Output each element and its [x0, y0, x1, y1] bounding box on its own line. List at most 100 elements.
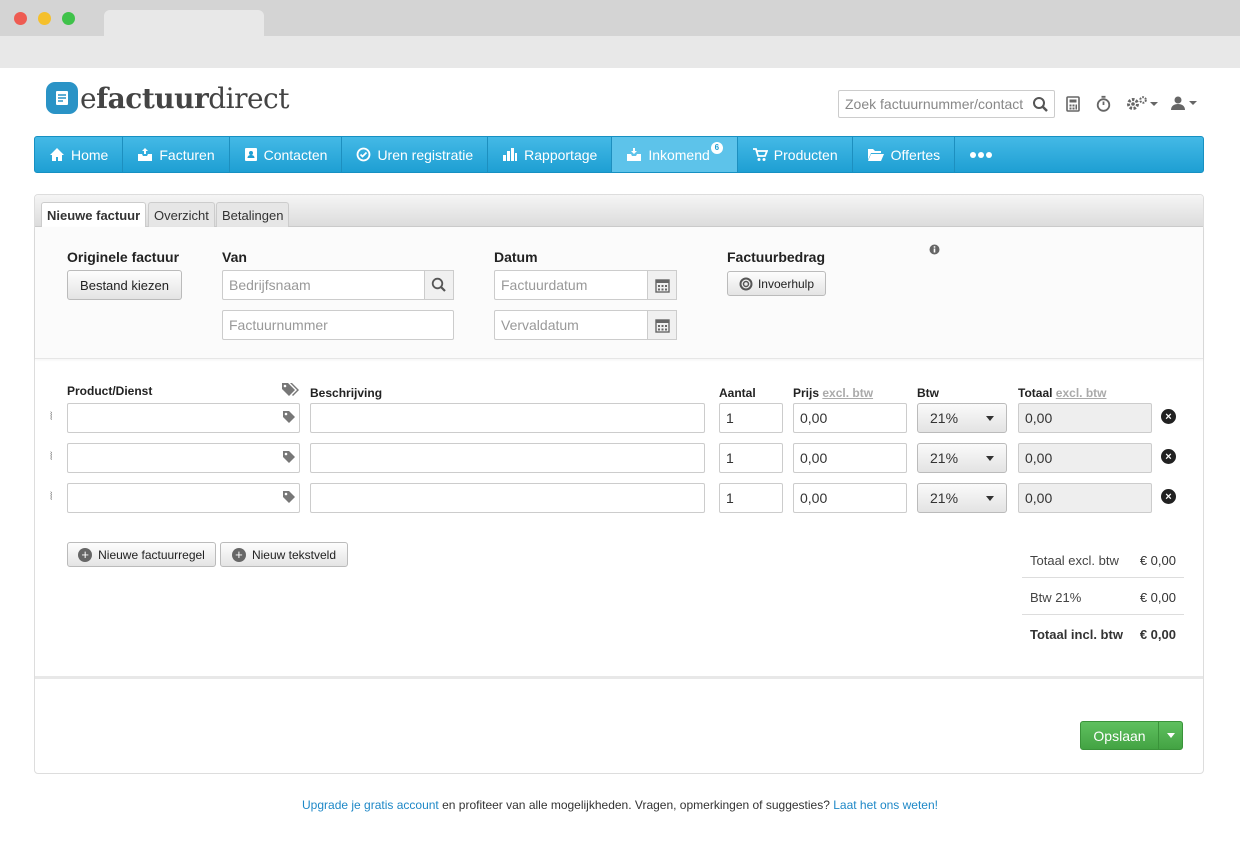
- product-input[interactable]: [67, 403, 300, 433]
- nav-contacten[interactable]: Contacten: [230, 137, 343, 172]
- info-icon[interactable]: [929, 244, 940, 255]
- tab-betalingen[interactable]: Betalingen: [216, 202, 290, 227]
- prijs-btw-toggle[interactable]: excl. btw: [822, 386, 873, 400]
- col-aantal-header: Aantal: [719, 386, 756, 400]
- nav-facturen[interactable]: Facturen: [123, 137, 230, 172]
- chevron-down-icon: [1189, 101, 1197, 105]
- btw-select[interactable]: 21%: [917, 483, 1007, 513]
- nav-home[interactable]: Home: [35, 137, 124, 172]
- user-menu[interactable]: [1170, 95, 1197, 111]
- nav-label: Inkomend: [648, 146, 710, 163]
- bedrijfsnaam-input[interactable]: [222, 270, 426, 300]
- nav-inkomend[interactable]: Inkomend 6: [612, 137, 738, 172]
- save-button[interactable]: Opslaan: [1081, 722, 1159, 749]
- bedrijf-search-button[interactable]: [424, 270, 454, 300]
- plus-circle-icon: +: [231, 547, 246, 562]
- summary-label: Btw 21%: [1030, 590, 1082, 605]
- tag-icon[interactable]: [282, 450, 296, 464]
- drag-handle-icon[interactable]: ⦚: [50, 451, 52, 464]
- folder-open-icon: [867, 149, 884, 161]
- browser-tab[interactable]: [104, 10, 264, 36]
- datum-label: Datum: [494, 249, 538, 265]
- nav-label: Facturen: [159, 146, 215, 163]
- totaal-btw-toggle[interactable]: excl. btw: [1056, 386, 1107, 400]
- prijs-input[interactable]: [793, 443, 907, 473]
- nav-offertes[interactable]: Offertes: [853, 137, 956, 172]
- inbox-upload-icon: [138, 148, 153, 161]
- factuurdatum-calendar-button[interactable]: [647, 270, 677, 300]
- gears-icon: [1127, 96, 1147, 110]
- minimize-window-icon[interactable]: [38, 12, 51, 25]
- drag-handle-icon[interactable]: ⦚: [50, 491, 52, 504]
- save-dropdown-button[interactable]: [1159, 722, 1182, 749]
- prijs-input[interactable]: [793, 483, 907, 513]
- aantal-input[interactable]: [719, 483, 783, 513]
- nav-label: Contacten: [263, 146, 328, 163]
- btw-select[interactable]: 21%: [917, 403, 1007, 433]
- vervaldatum-calendar-button[interactable]: [647, 310, 677, 340]
- beschrijving-input[interactable]: [310, 403, 705, 433]
- remove-row-icon[interactable]: ×: [1161, 409, 1176, 424]
- summary-divider: [1022, 614, 1184, 615]
- aantal-input[interactable]: [719, 403, 783, 433]
- vervaldatum-input[interactable]: [494, 310, 649, 340]
- tag-icon[interactable]: [282, 410, 296, 424]
- bestand-kiezen-button[interactable]: Bestand kiezen: [67, 270, 182, 300]
- invoerhulp-button[interactable]: Invoerhulp: [727, 271, 826, 296]
- aantal-input[interactable]: [719, 443, 783, 473]
- logo-icon: [46, 82, 78, 114]
- tab-nieuwe-factuur[interactable]: Nieuwe factuur: [41, 202, 147, 228]
- remove-row-icon[interactable]: ×: [1161, 489, 1176, 504]
- lifebuoy-icon: [739, 277, 753, 290]
- notification-badge: 6: [710, 141, 723, 154]
- upgrade-link[interactable]: Upgrade je gratis account: [302, 798, 439, 812]
- nav-rapportage[interactable]: Rapportage: [488, 137, 613, 172]
- app-logo[interactable]: efactuurdirect: [80, 82, 289, 115]
- nav-producten[interactable]: Producten: [738, 137, 853, 172]
- nav-more[interactable]: [955, 137, 1013, 172]
- beschrijving-input[interactable]: [310, 443, 705, 473]
- summary-value: € 0,00: [1139, 627, 1176, 642]
- settings-menu[interactable]: [1126, 95, 1158, 112]
- btw-select[interactable]: 21%: [917, 443, 1007, 473]
- tag-icon[interactable]: [282, 490, 296, 504]
- drag-handle-icon[interactable]: ⦚: [50, 411, 52, 424]
- beschrijving-input[interactable]: [310, 483, 705, 513]
- factuurdatum-input[interactable]: [494, 270, 649, 300]
- nieuwe-factuurregel-button[interactable]: + Nieuwe factuurregel: [67, 542, 216, 567]
- search-box: [838, 90, 1055, 118]
- calculator-icon[interactable]: [1066, 96, 1080, 112]
- close-window-icon[interactable]: [14, 12, 27, 25]
- col-product-header: Product/Dienst: [67, 384, 153, 398]
- search-icon[interactable]: [1032, 96, 1049, 113]
- plus-circle-icon: +: [78, 547, 93, 562]
- summary-divider: [1022, 577, 1184, 578]
- product-input[interactable]: [67, 443, 300, 473]
- summary-label: Totaal incl. btw: [1030, 627, 1123, 642]
- nieuw-tekstveld-button[interactable]: + Nieuw tekstveld: [220, 542, 348, 567]
- user-icon: [1171, 96, 1185, 110]
- feedback-link[interactable]: Laat het ons weten!: [833, 798, 938, 812]
- tags-icon[interactable]: [281, 382, 299, 397]
- caret-down-icon: [1166, 733, 1175, 738]
- address-book-icon: [244, 148, 257, 161]
- caret-down-icon: [986, 456, 994, 461]
- summary-value: € 0,00: [1139, 553, 1176, 568]
- nav-uren-registratie[interactable]: Uren registratie: [342, 137, 489, 172]
- calendar-icon: [654, 318, 670, 333]
- footer: Upgrade je gratis account en profiteer v…: [302, 798, 938, 812]
- factuurbedrag-label: Factuurbedrag: [727, 249, 826, 265]
- remove-row-icon[interactable]: ×: [1161, 449, 1176, 464]
- prijs-input[interactable]: [793, 403, 907, 433]
- col-totaal-header: Totaal excl. btw: [1018, 386, 1107, 400]
- tab-overzicht[interactable]: Overzicht: [148, 202, 215, 227]
- check-circle-icon: [357, 147, 371, 162]
- caret-down-icon: [986, 496, 994, 501]
- search-input[interactable]: [839, 91, 1029, 117]
- stopwatch-icon[interactable]: [1095, 95, 1112, 112]
- maximize-window-icon[interactable]: [62, 12, 75, 25]
- bar-chart-icon: [503, 148, 518, 161]
- nav-label: Home: [71, 146, 109, 163]
- factuurnummer-input[interactable]: [222, 310, 454, 340]
- product-input[interactable]: [67, 483, 300, 513]
